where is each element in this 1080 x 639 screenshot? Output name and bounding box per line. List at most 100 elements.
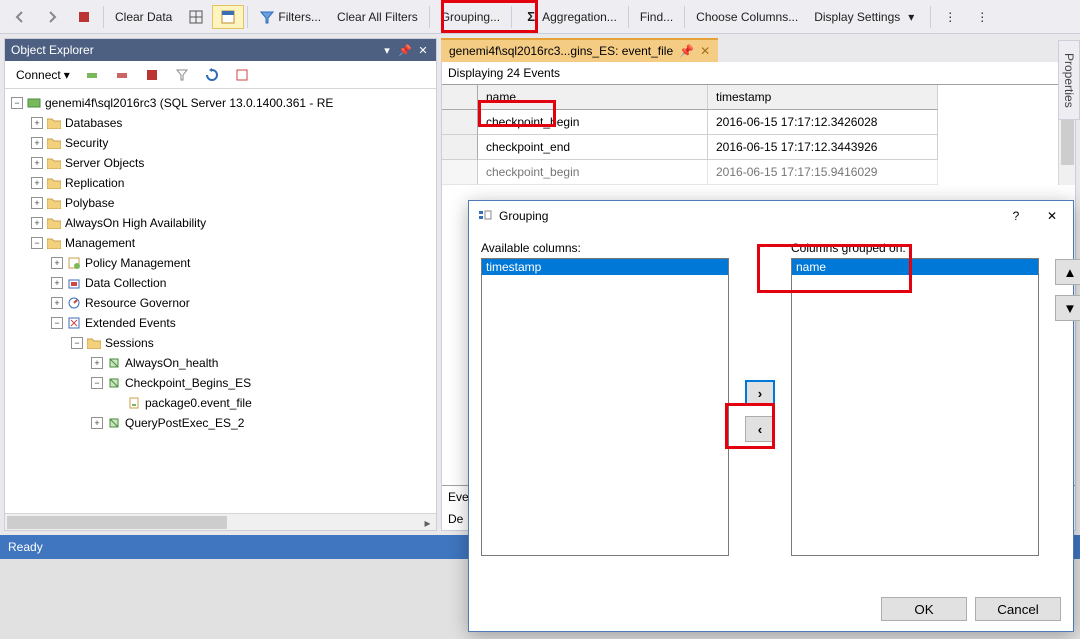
clear-all-filters-button[interactable]: Clear All Filters bbox=[329, 5, 426, 29]
table-row[interactable]: checkpoint_begin 2016-06-15 17:17:12.342… bbox=[442, 110, 1075, 135]
expand-icon[interactable]: + bbox=[31, 197, 43, 209]
grouping-button[interactable]: Grouping... bbox=[433, 5, 508, 29]
tree-extended-events[interactable]: −Extended Events bbox=[7, 313, 434, 333]
dialog-titlebar[interactable]: Grouping ? ✕ bbox=[469, 201, 1073, 231]
arrow-right-icon bbox=[44, 9, 60, 25]
filters-button[interactable]: Filters... bbox=[251, 5, 329, 29]
overflow-icon: ⋮ bbox=[942, 9, 958, 25]
collapse-icon[interactable]: − bbox=[11, 97, 23, 109]
collapse-icon[interactable]: − bbox=[71, 337, 83, 349]
stop-button-oe[interactable] bbox=[138, 64, 166, 86]
table-row[interactable]: checkpoint_begin 2016-06-15 17:17:15.941… bbox=[442, 160, 1075, 185]
move-right-button[interactable]: › bbox=[745, 380, 775, 406]
expand-icon[interactable]: + bbox=[31, 117, 43, 129]
find-button[interactable]: Find... bbox=[632, 5, 681, 29]
tree-label: Server Objects bbox=[65, 156, 144, 170]
available-columns-listbox[interactable]: timestamp bbox=[481, 258, 729, 556]
tree-policy-mgmt[interactable]: +Policy Management bbox=[7, 253, 434, 273]
overflow-icon: ⋮ bbox=[974, 9, 990, 25]
tree-replication[interactable]: + Replication bbox=[7, 173, 434, 193]
refresh-button[interactable] bbox=[198, 64, 226, 86]
expand-icon[interactable]: + bbox=[51, 257, 63, 269]
cell-timestamp: 2016-06-15 17:17:12.3426028 bbox=[708, 110, 938, 135]
folder-icon bbox=[46, 135, 62, 151]
expand-icon[interactable]: + bbox=[31, 137, 43, 149]
column-header-name[interactable]: name bbox=[478, 85, 708, 110]
expand-icon[interactable]: + bbox=[91, 357, 103, 369]
tree-h-scrollbar[interactable]: ◂ ▸ bbox=[5, 513, 436, 530]
display-settings-button[interactable]: Display Settings▾ bbox=[806, 5, 927, 29]
view-detail-button[interactable] bbox=[212, 5, 244, 29]
close-icon[interactable]: ✕ bbox=[700, 44, 710, 58]
choose-columns-button[interactable]: Choose Columns... bbox=[688, 5, 806, 29]
expand-icon[interactable]: + bbox=[51, 277, 63, 289]
list-item[interactable]: timestamp bbox=[482, 259, 728, 275]
tree-querypostexec[interactable]: +QueryPostExec_ES_2 bbox=[7, 413, 434, 433]
overflow-2-button[interactable]: ⋮ bbox=[966, 5, 998, 29]
move-left-button[interactable]: ‹ bbox=[745, 416, 775, 442]
document-tab-label: genemi4f\sql2016rc3...gins_ES: event_fil… bbox=[449, 44, 673, 58]
arrow-up-icon: ▲ bbox=[1063, 265, 1076, 280]
tree-server-objects[interactable]: + Server Objects bbox=[7, 153, 434, 173]
tree-databases[interactable]: +Databases bbox=[7, 113, 434, 133]
ok-button[interactable]: OK bbox=[881, 597, 967, 621]
clear-data-button[interactable]: Clear Data bbox=[107, 5, 180, 29]
scroll-right-icon[interactable]: ▸ bbox=[419, 514, 436, 531]
expand-icon[interactable]: + bbox=[31, 177, 43, 189]
scroll-thumb[interactable] bbox=[7, 516, 227, 529]
close-icon[interactable]: ✕ bbox=[416, 43, 430, 57]
expand-icon[interactable]: + bbox=[91, 417, 103, 429]
properties-tab[interactable]: Properties bbox=[1058, 40, 1080, 120]
tree-management[interactable]: − Management bbox=[7, 233, 434, 253]
tree-resource-governor[interactable]: +Resource Governor bbox=[7, 293, 434, 313]
nav-back-button[interactable] bbox=[4, 5, 36, 29]
tree-label: Management bbox=[65, 236, 135, 250]
collapse-icon[interactable]: − bbox=[91, 377, 103, 389]
collapse-icon[interactable]: − bbox=[31, 237, 43, 249]
move-up-button[interactable]: ▲ bbox=[1055, 259, 1080, 285]
script-button[interactable] bbox=[228, 64, 256, 86]
column-header-timestamp[interactable]: timestamp bbox=[708, 85, 938, 110]
tree-data-collection[interactable]: +Data Collection bbox=[7, 273, 434, 293]
pin-icon[interactable]: 📌 bbox=[679, 44, 694, 58]
pin-icon[interactable]: 📌 bbox=[398, 43, 412, 57]
tree-package0[interactable]: package0.event_file bbox=[7, 393, 434, 413]
tree-security[interactable]: +Security bbox=[7, 133, 434, 153]
dialog-title: Grouping bbox=[499, 209, 995, 223]
tree-label: Replication bbox=[65, 176, 124, 190]
grid-gutter bbox=[442, 135, 478, 160]
nav-fwd-button[interactable] bbox=[36, 5, 68, 29]
cancel-button[interactable]: Cancel bbox=[975, 597, 1061, 621]
tree-alwayson-ha[interactable]: +AlwaysOn High Availability bbox=[7, 213, 434, 233]
disconnect-button[interactable] bbox=[108, 64, 136, 86]
list-item[interactable]: name bbox=[792, 259, 1038, 275]
tree-alwayson-health[interactable]: +AlwaysOn_health bbox=[7, 353, 434, 373]
collapse-icon[interactable]: − bbox=[51, 317, 63, 329]
grouped-columns-listbox[interactable]: name bbox=[791, 258, 1039, 556]
dropdown-icon[interactable]: ▾ bbox=[380, 43, 394, 57]
folder-icon bbox=[46, 155, 62, 171]
connect-button[interactable]: Connect ▾ bbox=[10, 64, 76, 86]
events-grid[interactable]: name timestamp checkpoint_begin 2016-06-… bbox=[442, 85, 1075, 185]
table-row[interactable]: checkpoint_end 2016-06-15 17:17:12.34439… bbox=[442, 135, 1075, 160]
grid-gutter bbox=[442, 85, 478, 110]
expand-icon[interactable]: + bbox=[51, 297, 63, 309]
close-button[interactable]: ✕ bbox=[1037, 204, 1067, 228]
help-button[interactable]: ? bbox=[1001, 204, 1031, 228]
expand-icon[interactable]: + bbox=[31, 217, 43, 229]
tree-sessions[interactable]: −Sessions bbox=[7, 333, 434, 353]
view-grid-button[interactable] bbox=[180, 5, 212, 29]
tree-checkpoint-begins[interactable]: −Checkpoint_Begins_ES bbox=[7, 373, 434, 393]
filter-button-oe[interactable] bbox=[168, 64, 196, 86]
aggregation-button[interactable]: ΣAggregation... bbox=[515, 5, 625, 29]
tree-server-root[interactable]: −genemi4f\sql2016rc3 (SQL Server 13.0.14… bbox=[7, 93, 434, 113]
document-tab[interactable]: genemi4f\sql2016rc3...gins_ES: event_fil… bbox=[441, 38, 718, 62]
move-down-button[interactable]: ▼ bbox=[1055, 295, 1080, 321]
stop-button[interactable] bbox=[68, 5, 100, 29]
object-explorer-tree[interactable]: −genemi4f\sql2016rc3 (SQL Server 13.0.14… bbox=[5, 89, 436, 513]
cell-name: checkpoint_end bbox=[478, 135, 708, 160]
expand-icon[interactable]: + bbox=[31, 157, 43, 169]
tree-polybase[interactable]: +Polybase bbox=[7, 193, 434, 213]
connect-server-button[interactable] bbox=[78, 64, 106, 86]
overflow-1-button[interactable]: ⋮ bbox=[934, 5, 966, 29]
